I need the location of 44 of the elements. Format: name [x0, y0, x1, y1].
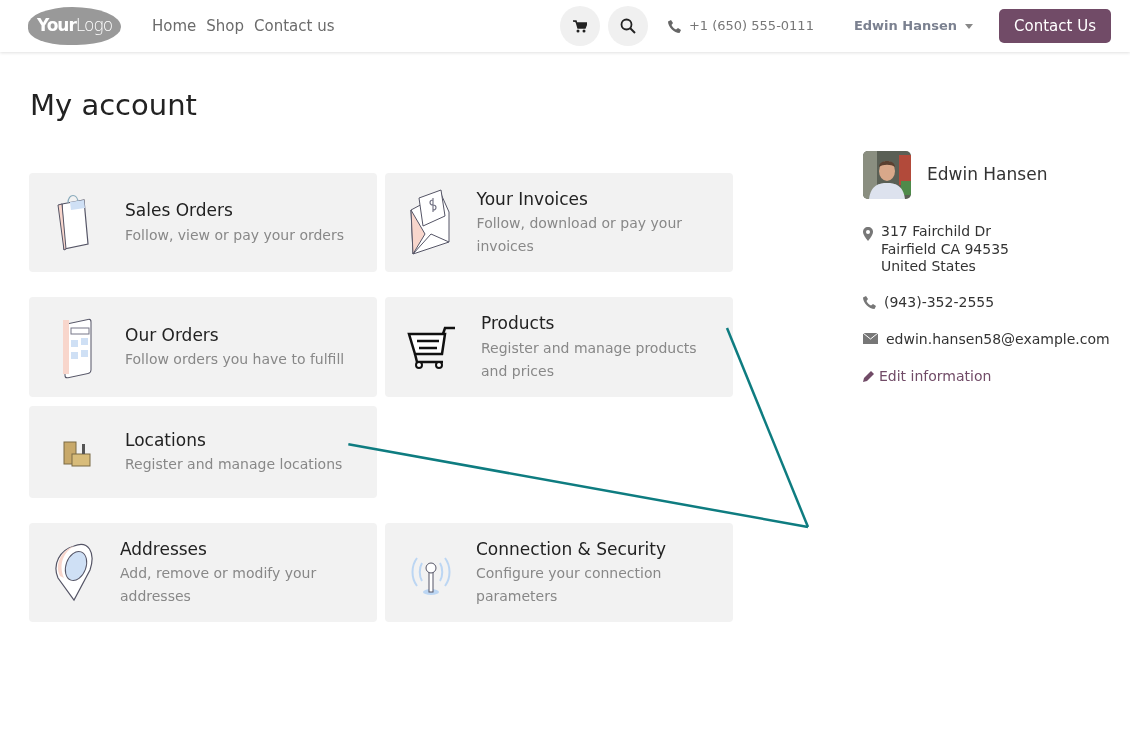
- account-card[interactable]: Your Invoices Follow, download or pay your invoices: [385, 172, 733, 273]
- card-description: Add, remove or modify your addresses: [119, 564, 318, 607]
- postal-address: 317 Fairchild Dr Fairfield CA 94535 United States: [881, 223, 1009, 276]
- nav-link[interactable]: Home: [152, 14, 197, 38]
- search-button[interactable]: [607, 6, 648, 46]
- cart-button[interactable]: [559, 6, 600, 46]
- card-title: Sales Orders: [125, 199, 234, 223]
- card-description: Register and manage products and prices: [481, 338, 698, 381]
- account-card[interactable]: Products Register and manage products and prices: [385, 297, 733, 397]
- phone-icon: [863, 295, 876, 309]
- user-menu[interactable]: Edwin Hansen: [853, 16, 974, 36]
- card-title: Our Orders: [125, 323, 220, 347]
- account-card[interactable]: Connection & Security Configure your connection parameters: [385, 522, 733, 623]
- account-card[interactable]: Locations Register and manage locations: [29, 405, 377, 498]
- card-title: Products: [481, 312, 556, 336]
- profile-name: Edwin Hansen: [927, 163, 1048, 187]
- pencil-icon: [863, 370, 875, 382]
- edit-information-link[interactable]: Edit information: [863, 365, 992, 387]
- account-card[interactable]: Addresses Add, remove or modify your addresses: [29, 522, 377, 623]
- nav-link[interactable]: Shop: [206, 14, 245, 38]
- card-description: Follow, download or pay your invoices: [476, 214, 683, 257]
- card-title: Locations: [125, 428, 207, 452]
- card-title: Addresses: [119, 537, 208, 561]
- account-card[interactable]: Sales Orders Follow, view or pay your orders: [29, 172, 377, 273]
- phone-icon: [667, 19, 681, 33]
- card-title: Connection & Security: [476, 537, 668, 561]
- nav-link[interactable]: Contact us: [254, 14, 335, 38]
- card-description: Follow orders you have to fulfill: [125, 350, 345, 370]
- caret-icon: [965, 23, 974, 29]
- email-address: edwin.hansen58@example.com: [886, 329, 1110, 349]
- phone-number: +1 (650) 555-0111: [688, 17, 814, 36]
- location-pin-icon: [863, 227, 873, 241]
- card-description: Follow, view or pay your orders: [125, 225, 345, 245]
- card-description: Register and manage locations: [125, 455, 343, 475]
- card-title: Your Invoices: [476, 187, 589, 211]
- account-card[interactable]: Our Orders Follow orders you have to fulfill: [29, 297, 377, 397]
- phone-number: (943)-352-2555: [884, 292, 995, 312]
- cart-icon: [572, 19, 587, 33]
- page-title: My account: [30, 88, 198, 123]
- search-icon: [619, 18, 636, 34]
- contact-us-button[interactable]: Contact Us: [999, 8, 1111, 44]
- card-description: Configure your connection parameters: [476, 564, 663, 607]
- envelope-icon: [863, 332, 878, 344]
- envelope-icon: [408, 187, 453, 258]
